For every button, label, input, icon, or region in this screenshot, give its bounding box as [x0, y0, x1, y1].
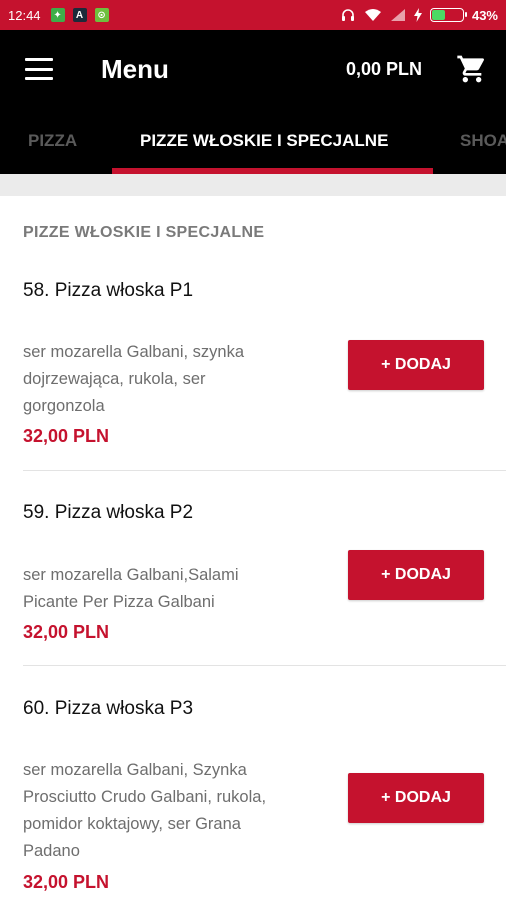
hamburger-icon[interactable]	[25, 58, 53, 80]
item-description-line: pomidor koktajowy, ser Grana	[23, 815, 241, 833]
item-price: 32,00 PLN	[23, 622, 110, 642]
divider	[23, 470, 506, 471]
item-description-line: ser mozarella Galbani, szynka	[23, 343, 245, 361]
tab-shoa[interactable]: SHOA	[460, 108, 506, 174]
divider	[23, 665, 506, 666]
tab-pizza[interactable]: PIZZA	[28, 108, 77, 174]
item-description-line: ser mozarella Galbani,Salami	[23, 566, 239, 584]
item-description: ser mozarella Galbani, Szynka Prosciutto…	[23, 757, 323, 865]
add-button[interactable]: + DODAJ	[348, 340, 484, 390]
item-description: ser mozarella Galbani, szynka dojrzewają…	[23, 339, 323, 420]
signal-icon	[390, 9, 405, 21]
item-description-line: Prosciutto Crudo Galbani, rukola,	[23, 788, 267, 806]
app-bar: Menu 0,00 PLN	[0, 30, 506, 108]
wifi-icon	[364, 9, 381, 21]
item-price: 32,00 PLN	[23, 426, 110, 446]
cart-total: 0,00 PLN	[345, 58, 422, 79]
headphones-icon	[341, 9, 354, 21]
category-tabs: PIZZA PIZZE WŁOSKIE I SPECJALNE SHOA	[0, 108, 506, 174]
item-description-line: dojrzewająca, rukola, ser	[23, 370, 206, 388]
battery-icon	[429, 8, 467, 22]
item-name: 59. Pizza włoska P2	[23, 502, 194, 523]
add-button[interactable]: + DODAJ	[348, 550, 484, 600]
item-price: 32,00 PLN	[23, 872, 110, 892]
notification-green-icon: ✦	[50, 8, 65, 22]
item-description: ser mozarella Galbani,Salami Picante Per…	[23, 562, 323, 616]
status-time: 12:44	[8, 7, 41, 23]
item-description-line: Picante Per Pizza Galbani	[23, 593, 215, 611]
header-separator	[0, 174, 506, 196]
item-description-line: Padano	[23, 842, 80, 860]
add-button[interactable]: + DODAJ	[348, 773, 484, 823]
notification-lime-icon: ⊙	[94, 8, 109, 22]
item-description-line: ser mozarella Galbani, Szynka	[23, 761, 247, 779]
status-bar: 12:44 ✦ A ⊙ 43%	[0, 0, 506, 30]
battery-percent: 43%	[471, 7, 498, 23]
notification-dark-icon: A	[72, 8, 87, 22]
section-title: PIZZE WŁOSKIE I SPECJALNE	[23, 224, 265, 241]
item-name: 60. Pizza włoska P3	[23, 698, 194, 719]
item-name: 58. Pizza włoska P1	[23, 280, 194, 301]
cart-icon[interactable]	[456, 53, 488, 85]
page-title: Menu	[101, 53, 169, 84]
charging-icon	[413, 8, 422, 22]
item-description-line: gorgonzola	[23, 397, 105, 415]
tab-pizze-wloskie[interactable]: PIZZE WŁOSKIE I SPECJALNE	[140, 108, 388, 174]
